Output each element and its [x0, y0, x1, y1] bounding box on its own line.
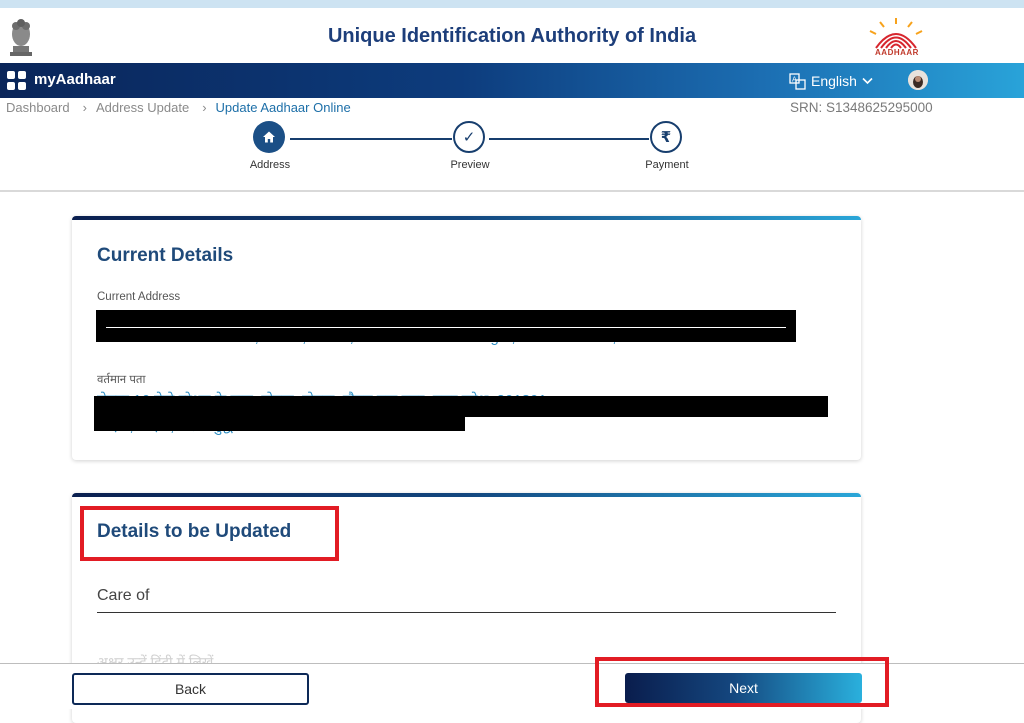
srn-number: SRN: S1348625295000 — [790, 100, 933, 115]
stepper-connector — [489, 138, 649, 140]
step-label-payment: Payment — [645, 159, 689, 171]
apps-grid-icon[interactable] — [7, 71, 27, 91]
redaction-block — [96, 310, 796, 342]
stepper-connector — [290, 138, 452, 140]
svg-text:A: A — [792, 75, 797, 83]
breadcrumb-dashboard[interactable]: Dashboard — [6, 100, 70, 115]
language-selector[interactable]: A English — [789, 70, 873, 92]
translate-icon: A — [789, 72, 806, 90]
back-button[interactable]: Back — [72, 673, 309, 705]
card-accent-bar — [72, 493, 861, 497]
step-address — [253, 121, 285, 153]
site-header: Unique Identification Authority of India… — [0, 8, 1024, 63]
breadcrumb-separator: › — [82, 100, 87, 115]
redaction-block — [94, 417, 465, 431]
language-label: English — [811, 73, 857, 89]
chevron-down-icon — [862, 77, 873, 85]
current-address-label: Current Address — [97, 291, 181, 303]
user-photo-icon — [908, 70, 928, 90]
home-icon — [263, 131, 275, 143]
breadcrumb-address-update[interactable]: Address Update — [96, 100, 189, 115]
brand-name[interactable]: myAadhaar — [34, 71, 116, 88]
redaction-block — [94, 396, 828, 417]
card-accent-bar — [72, 216, 861, 220]
hindi-address-label: वर्तमान पता — [97, 374, 146, 386]
step-payment: ₹ — [650, 121, 682, 153]
top-strip — [0, 0, 1024, 8]
step-label-address: Address — [249, 159, 291, 171]
rupee-icon: ₹ — [660, 128, 672, 146]
breadcrumb-separator: › — [202, 100, 207, 115]
user-avatar[interactable] — [908, 70, 928, 90]
top-navbar: myAadhaar A English — [0, 63, 1024, 98]
highlight-box-details-title — [80, 506, 339, 561]
redaction-line — [106, 327, 786, 328]
current-details-title: Current Details — [97, 245, 234, 266]
highlight-box-next-button — [595, 657, 889, 707]
header-divider — [0, 190, 1024, 192]
step-preview: ✓ — [453, 121, 485, 153]
breadcrumb: Dashboard › Address Update › Update Aadhaar … — [6, 100, 355, 115]
step-label-preview: Preview — [450, 159, 490, 171]
aadhaar-logo-text: AADHAAR — [875, 48, 919, 57]
care-of-input[interactable] — [97, 612, 836, 613]
care-of-label: Care of — [97, 587, 150, 604]
breadcrumb-current: Update Aadhaar Online — [215, 100, 351, 115]
check-icon: ✓ — [462, 128, 476, 146]
current-details-card: Current Details Current Address Sector 1… — [72, 216, 861, 460]
